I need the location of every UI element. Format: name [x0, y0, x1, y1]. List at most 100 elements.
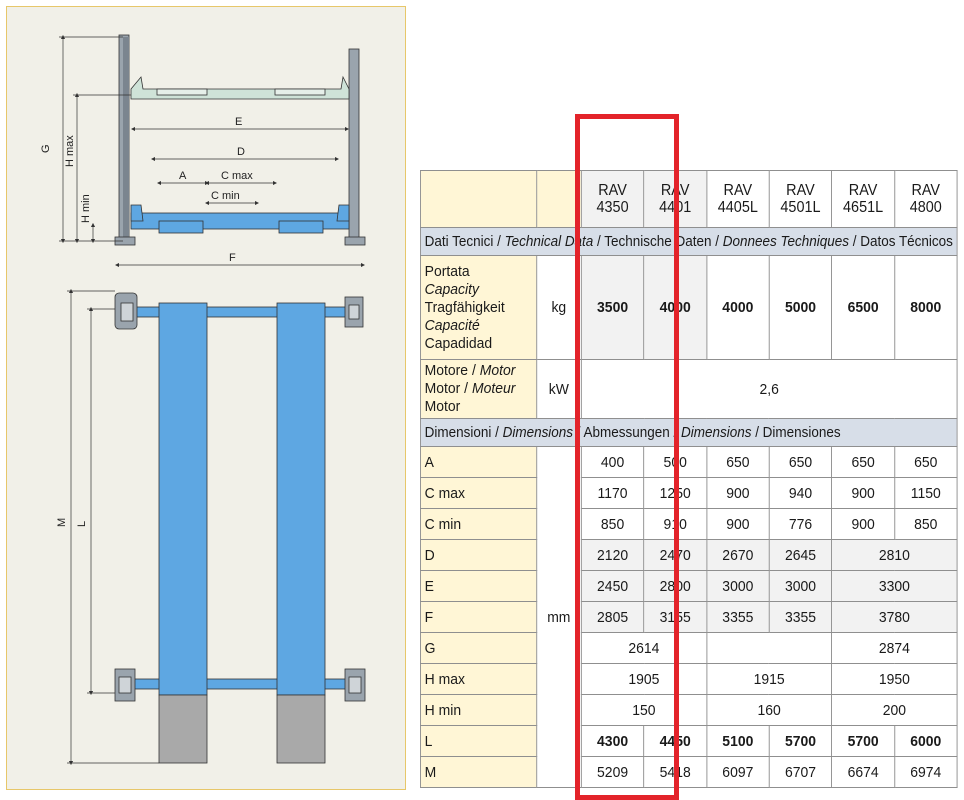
- runway-left: [158, 302, 208, 696]
- capacity-value: 4000: [643, 255, 707, 360]
- cell-value: 650: [831, 446, 895, 478]
- model-header: RAV 4800: [893, 170, 958, 228]
- cell-value: 150: [580, 694, 707, 726]
- row-h-min: H min 150 160 200: [420, 694, 958, 726]
- dim-label-e: E: [235, 116, 242, 128]
- capacity-value: 8000: [893, 255, 958, 360]
- dim-label-hmax: H max: [64, 135, 76, 167]
- model-header: RAV 4350: [580, 170, 645, 228]
- row-label: M: [420, 756, 537, 788]
- capacity-value: 5000: [768, 255, 833, 360]
- cell-value: 3780: [831, 601, 958, 633]
- dimension-unit: mm: [535, 446, 582, 788]
- ramp-left: [158, 694, 208, 764]
- cell-value: 4450: [643, 725, 707, 757]
- model-prefix: RAV: [660, 182, 690, 199]
- right-post: [348, 48, 360, 242]
- spec-table: RAV 4350 RAV 4401 RAV 4405L RAV 4501L RAV 465…: [419, 170, 958, 788]
- dim-label-a: A: [179, 170, 187, 182]
- row-l: L 4300 4450 5100 5700 5700 6000: [420, 725, 958, 757]
- model-header: RAV 4401: [643, 170, 707, 228]
- cell-value: 2805: [580, 601, 645, 633]
- dim-label-d: D: [237, 146, 245, 158]
- header-empty-label: [420, 170, 537, 228]
- cell-value: 6674: [831, 756, 895, 788]
- cell-value: 650: [768, 446, 833, 478]
- row-label: F: [420, 601, 537, 633]
- dim-label-f: F: [229, 252, 236, 264]
- model-code: 4651L: [843, 199, 884, 216]
- row-d: D 2120 2470 2670 2645 2810: [420, 539, 958, 571]
- cell-value: 3300: [831, 570, 958, 602]
- cell-value: 6974: [893, 756, 958, 788]
- cell-value: 2800: [643, 570, 707, 602]
- model-header: RAV 4501L: [768, 170, 833, 228]
- model-header: RAV 4405L: [706, 170, 770, 228]
- capacity-label: Portata Capacity Tragfähigkeit Capacité Capa…: [420, 255, 537, 360]
- model-code: 4401: [659, 199, 692, 216]
- plan-view: [114, 292, 366, 764]
- cell-value: 3355: [768, 601, 833, 633]
- cell-value: 1905: [580, 663, 707, 695]
- row-label: D: [420, 539, 537, 571]
- cell-value: 6000: [893, 725, 958, 757]
- cell-value: 850: [580, 508, 645, 540]
- cell-value: 650: [893, 446, 958, 478]
- cell-value: 776: [768, 508, 833, 540]
- row-label: A: [420, 446, 537, 478]
- cell-empty: [706, 632, 833, 664]
- cell-value: 6097: [706, 756, 770, 788]
- header-empty-unit: [535, 170, 582, 228]
- cell-value: 5700: [831, 725, 895, 757]
- model-code: 4501L: [780, 199, 821, 216]
- motor-row: Motore / Motor Motor / Moteur Motor kW 2,6: [420, 359, 958, 419]
- cell-value: 900: [831, 477, 895, 509]
- cell-value: 2670: [706, 539, 770, 571]
- row-label: C min: [420, 508, 537, 540]
- runway-right: [276, 302, 326, 696]
- row-c-min: C min 850 910 900 776 900 850: [420, 508, 958, 540]
- cell-value: 2450: [580, 570, 645, 602]
- ramp-right: [276, 694, 326, 764]
- row-label: E: [420, 570, 537, 602]
- row-label: L: [420, 725, 537, 757]
- cell-value: 1915: [706, 663, 833, 695]
- cell-value: 2874: [831, 632, 958, 664]
- dimensions-section-row: Dimensioni / Dimensions / Abmessungen / …: [419, 418, 958, 447]
- cell-value: 6707: [768, 756, 833, 788]
- model-header-row: RAV 4350 RAV 4401 RAV 4405L RAV 4501L RAV 465…: [420, 170, 958, 228]
- cell-value: 3155: [643, 601, 707, 633]
- dim-label-m: M: [56, 518, 68, 527]
- cell-value: 5700: [768, 725, 833, 757]
- model-code: 4800: [909, 199, 942, 216]
- cell-value: 940: [768, 477, 833, 509]
- dim-label-cmin: C min: [211, 190, 240, 202]
- cell-value: 5209: [580, 756, 645, 788]
- motor-unit: kW: [535, 359, 582, 419]
- cell-value: 910: [643, 508, 707, 540]
- lift-diagram: G H max H min E D A C max C min F M L: [40, 34, 366, 766]
- cell-value: 5418: [643, 756, 707, 788]
- model-prefix: RAV: [786, 182, 815, 199]
- technical-data-section-row: Dati Tecnici / Technical Data / Technisc…: [419, 227, 958, 256]
- dim-label-hmin: H min: [80, 194, 92, 223]
- capacity-value: 4000: [706, 255, 770, 360]
- capacity-value: 6500: [831, 255, 895, 360]
- model-code: 4350: [596, 199, 629, 216]
- dim-label-g: G: [40, 144, 52, 153]
- model-header: RAV 4651L: [831, 170, 895, 228]
- row-m: M 5209 5418 6097 6707 6674 6974: [420, 756, 958, 788]
- cell-value: 2470: [643, 539, 707, 571]
- motor-label: Motore / Motor Motor / Moteur Motor: [420, 359, 537, 419]
- lift-diagram-panel: G H max H min E D A C max C min F M L: [6, 6, 406, 790]
- cell-value: 3000: [706, 570, 770, 602]
- cell-value: 160: [706, 694, 833, 726]
- cell-value: 650: [706, 446, 770, 478]
- row-c-max: C max 1170 1250 900 940 900 1150: [420, 477, 958, 509]
- cell-value: 2810: [831, 539, 958, 571]
- capacity-value: 3500: [580, 255, 645, 360]
- capacity-unit: kg: [535, 255, 582, 360]
- model-prefix: RAV: [848, 182, 878, 199]
- cell-value: 200: [831, 694, 958, 726]
- row-e: E 2450 2800 3000 3000 3300: [420, 570, 958, 602]
